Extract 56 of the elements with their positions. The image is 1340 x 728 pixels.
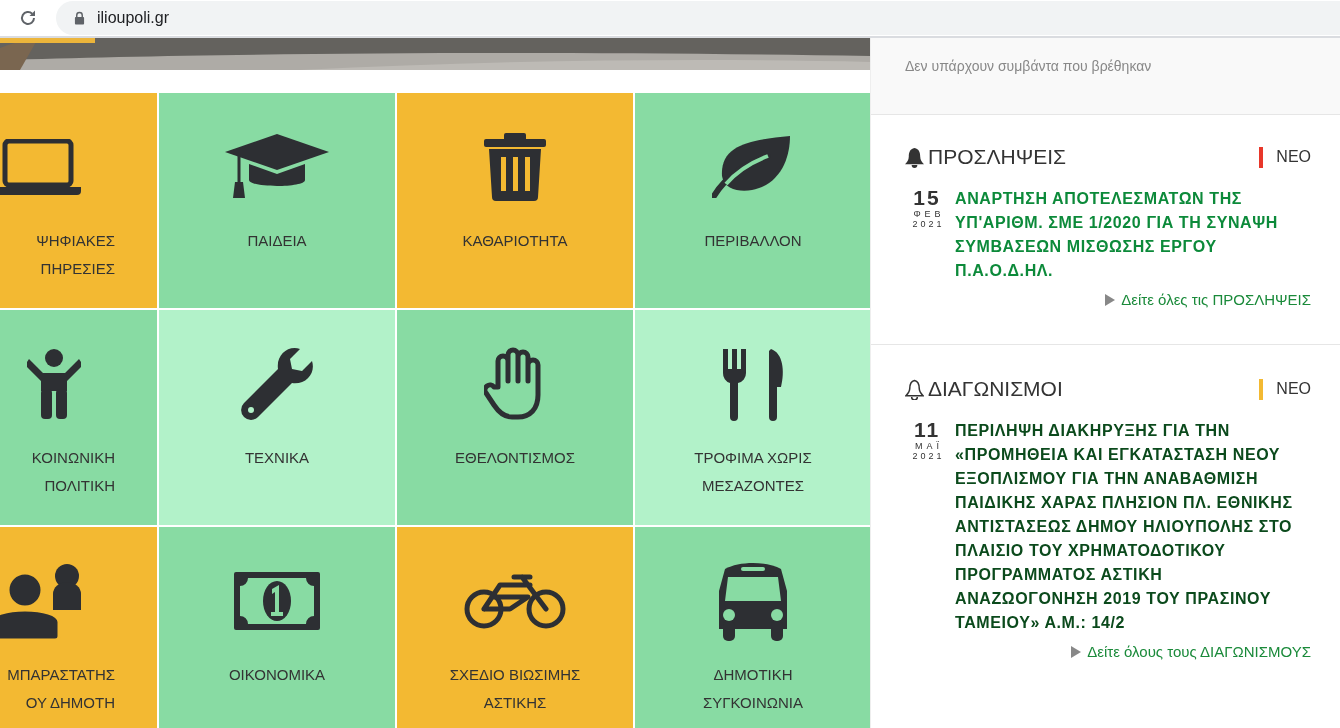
play-arrow-icon bbox=[1105, 293, 1116, 306]
category-label: ΚΟΙΝΩΝΙΚΗ ΠΟΛΙΤΙΚΗ bbox=[31, 448, 115, 496]
news-title-link[interactable]: ΑΝΑΡΤΗΣΗ ΑΠΟΤΕΛΕΣΜΑΤΩΝ ΤΗΣ ΥΠ'ΑΡΙΘΜ. ΣΜΕ 1/2020 ΓΙΑ ΤΗ ΣΥΝΑΨΗ ΣΥΜΒΑΣΕΩΝ ΜΙΣΘΩΣΗΣ ΕΡΓΟΥ Π.Α.Ο.Δ.ΗΛ. bbox=[955, 187, 1305, 283]
play-arrow-icon bbox=[1071, 645, 1082, 658]
category-label: ΤΡΟΦΙΜΑ ΧΩΡΙΣ ΜΕΣΑΖΟΝΤΕΣ bbox=[694, 448, 812, 496]
category-tile[interactable]: ΜΠΑΡΑΣΤΑΤΗΣ ΟΥ ΔΗΜΟΤΗ bbox=[0, 527, 157, 728]
category-label: ΠΕΡΙΒΑΛΛΟΝ bbox=[704, 231, 802, 251]
category-label: ΤΕΧΝΙΚΑ bbox=[244, 448, 310, 468]
heading-text: ΠΡΟΣΛΗΨΕΙΣ bbox=[928, 145, 1067, 169]
category-label: ΕΘΕΛΟΝΤΙΣΜΟΣ bbox=[455, 448, 575, 468]
date-day: 11 bbox=[913, 419, 941, 441]
category-tile[interactable]: ΚΟΙΝΩΝΙΚΗ ΠΟΛΙΤΙΚΗ bbox=[0, 310, 157, 525]
bus-icon bbox=[719, 561, 787, 641]
trash-icon bbox=[484, 133, 546, 201]
category-label: ΣΧΕΔΙΟ ΒΙΩΣΙΜΗΣ ΑΣΤΙΚΗΣ bbox=[449, 665, 581, 713]
empty-events-message: Δεν υπάρχουν συμβάντα που βρέθηκαν bbox=[905, 58, 1152, 74]
category-tile[interactable]: ΣΧΕΔΙΟ ΒΙΩΣΙΜΗΣ ΑΣΤΙΚΗΣ bbox=[397, 527, 633, 728]
category-label: ΠΑΙΔΕΙΑ bbox=[247, 231, 307, 251]
category-label: ΜΠΑΡΑΣΤΑΤΗΣ ΟΥ ΔΗΜΟΤΗ bbox=[7, 665, 115, 713]
graduation-cap-icon bbox=[225, 134, 329, 200]
bell-icon bbox=[905, 378, 924, 400]
category-tile[interactable]: ΤΡΟΦΙΜΑ ΧΩΡΙΣ ΜΕΣΑΖΟΝΤΕΣ bbox=[635, 310, 871, 525]
new-label: ΝΕΟ bbox=[1276, 380, 1311, 398]
reload-icon[interactable] bbox=[18, 8, 38, 28]
category-label: ΚΑΘΑΡΙΟΤΗΤΑ bbox=[462, 231, 568, 251]
child-icon bbox=[27, 349, 81, 419]
fork-and-knife-icon bbox=[721, 347, 785, 421]
people-icon bbox=[0, 562, 81, 640]
date-month: ΜΑΪ bbox=[915, 441, 943, 451]
category-tile[interactable]: ΟΙΚΟΝΟΜΙΚΑ bbox=[159, 527, 395, 728]
bicycle-icon bbox=[464, 573, 566, 629]
category-tile[interactable]: ΚΑΘΑΡΙΟΤΗΤΑ bbox=[397, 93, 633, 308]
category-tile[interactable]: ΔΗΜΟΤΙΚΗ ΣΥΓΚΟΙΝΩΝΙΑ bbox=[635, 527, 871, 728]
category-label: ΟΙΚΟΝΟΜΙΚΑ bbox=[228, 665, 326, 685]
new-label: ΝΕΟ bbox=[1276, 148, 1311, 166]
date-month: ΦΕΒ bbox=[913, 209, 945, 219]
address-bar[interactable]: ilioupoli.gr bbox=[56, 1, 1340, 35]
category-tile[interactable]: ΨΗΦΙΑΚΕΣ ΠΗΡΕΣΙΕΣ bbox=[0, 93, 157, 308]
lock-icon bbox=[74, 11, 85, 25]
banknote-icon bbox=[234, 572, 320, 630]
category-tile[interactable]: ΕΘΕΛΟΝΤΙΣΜΟΣ bbox=[397, 310, 633, 525]
date-year: 2021 bbox=[912, 219, 945, 229]
laptop-icon bbox=[0, 139, 81, 195]
category-tile[interactable]: ΠΑΙΔΕΙΑ bbox=[159, 93, 395, 308]
heading-text: ΔΙΑΓΩΝΙΣΜΟΙ bbox=[928, 377, 1063, 401]
date-day: 15 bbox=[913, 187, 941, 209]
category-label: ΨΗΦΙΑΚΕΣ ΠΗΡΕΣΙΕΣ bbox=[36, 231, 115, 279]
category-tile[interactable]: ΤΕΧΝΙΚΑ bbox=[159, 310, 395, 525]
category-label: ΔΗΜΟΤΙΚΗ ΣΥΓΚΟΙΝΩΝΙΑ bbox=[703, 665, 803, 713]
see-all-link[interactable]: Δείτε όλες τις ΠΡΟΣΛΗΨΕΙΣ bbox=[1121, 291, 1311, 308]
date-year: 2021 bbox=[912, 451, 945, 461]
see-all-link[interactable]: Δείτε όλους τους ΔΙΑΓΩΝΙΣΜΟΥΣ bbox=[1087, 643, 1311, 660]
category-tile[interactable]: ΠΕΡΙΒΑΛΛΟΝ bbox=[635, 93, 871, 308]
bell-icon bbox=[905, 146, 924, 168]
news-title-link[interactable]: ΠΕΡΙΛΗΨΗ ΔΙΑΚΗΡΥΞΗΣ ΓΙΑ ΤΗΝ «ΠΡΟΜΗΘΕΙΑ ΚΑΙ ΕΓΚΑΤΑΣΤΑΣΗ ΝΕΟΥ ΕΞΟΠΛΙΣΜΟΥ ΓΙΑ ΤΗΝ ΑΝΑΒΑΘΜΙΣΗ ΠΑΙΔΙΚΗΣ ΧΑΡΑΣ ΠΛΗΣΙΟΝ ΠΛ. ΕΘΝΙΚΗΣ ΑΝΤΙΣΤΑΣΕΩΣ ΔΗΜΟΥ ΗΛΙΟΥΠΟΛΗΣ ΣΤΟ ΠΛΑΙΣΙΟ ΤΟΥ ΧΡΗΜΑΤΟΔΟΤΙΚΟΥ ΠΡΟΓΡΑΜΜΑΤΟΣ ΑΣΤΙΚΗ ΑΝΑΖΩΟΓΟΝΗΣΗ 2019 ΤΟΥ ΠΡΑΣΙΝΟΥ ΤΑΜΕΙΟΥ» Α.Μ.: 14/2 bbox=[955, 419, 1305, 635]
wrench-icon bbox=[240, 347, 314, 421]
